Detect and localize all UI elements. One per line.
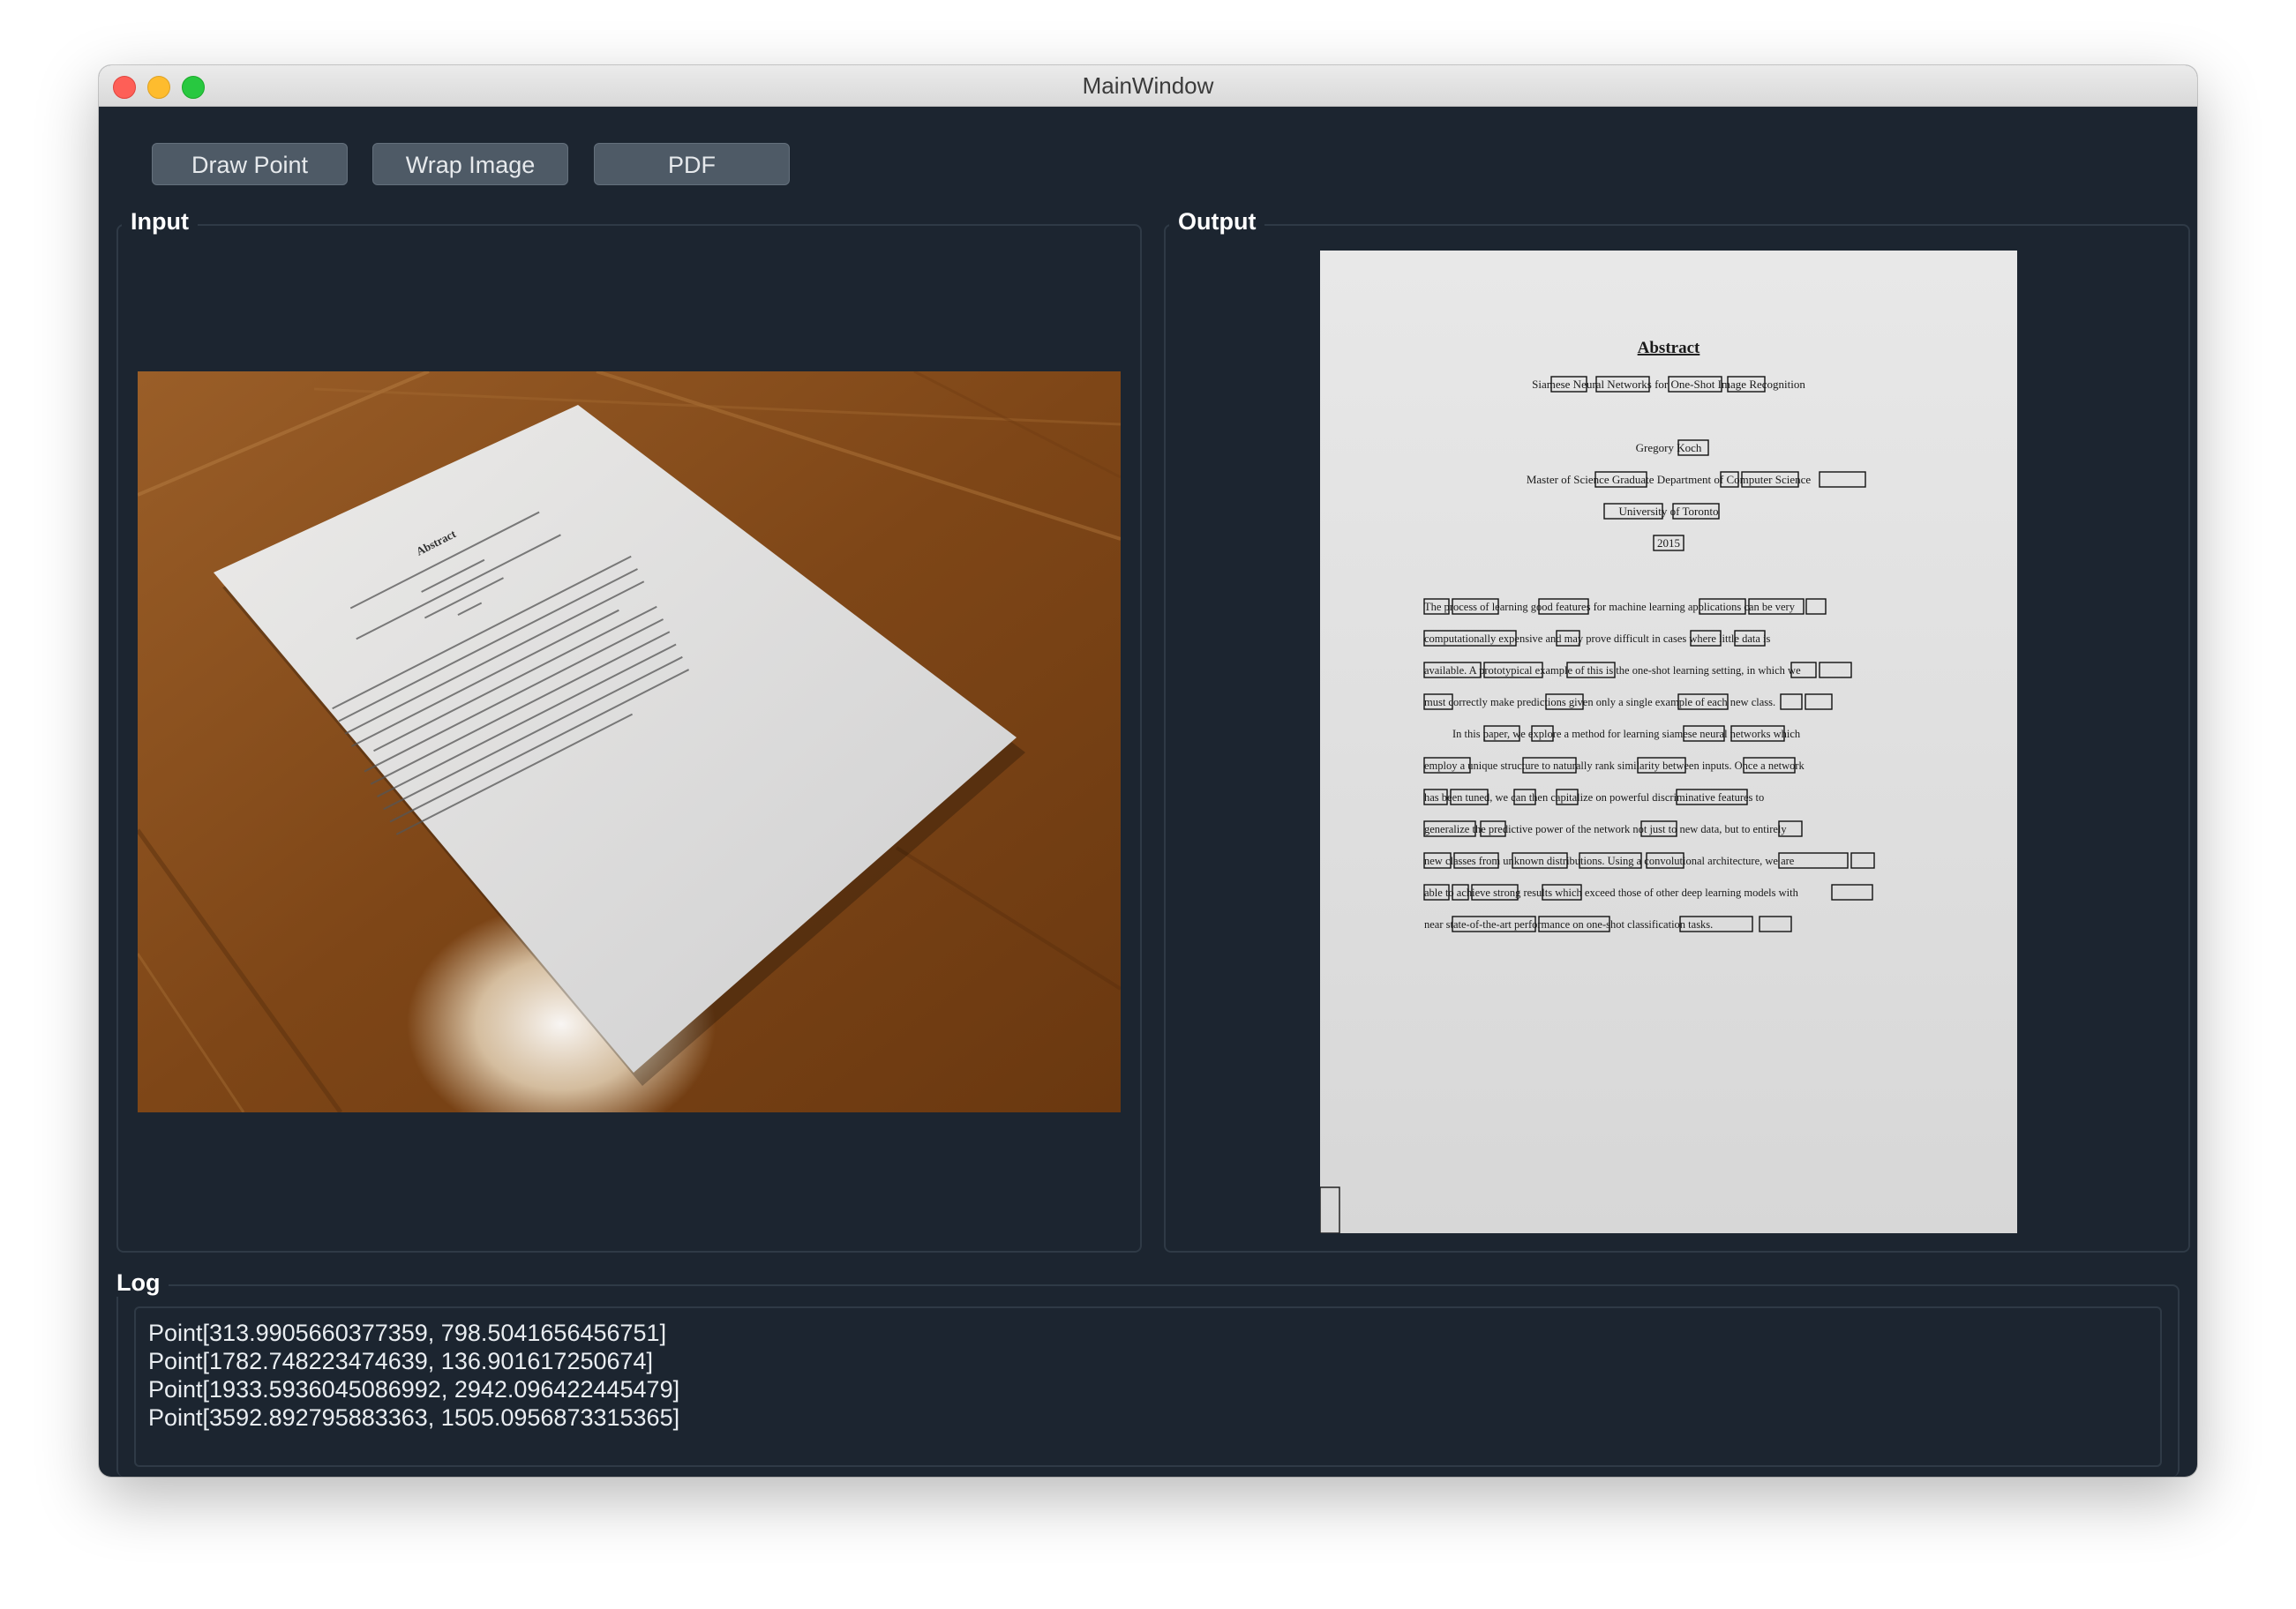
output-p2-line: able to achieve strong results which exc… [1424, 887, 1799, 899]
output-university: University of Toronto [1619, 505, 1719, 518]
output-author: Gregory Koch [1636, 441, 1702, 454]
log-line: Point[1782.748223474639, 136.90161725067… [148, 1348, 654, 1374]
output-p2-line: has been tuned, we can then capitalize o… [1424, 791, 1764, 804]
output-p2-line: generalize the predictive power of the n… [1424, 823, 1787, 835]
output-document[interactable]: Abstract Siamese Neural Networks for One… [1320, 251, 2017, 1233]
log-output[interactable]: Point[313.9905660377359, 798.50416564567… [134, 1306, 2162, 1467]
output-p2-line: employ a unique structure to naturally r… [1424, 760, 1805, 772]
title-bar[interactable]: MainWindow [99, 65, 2197, 107]
main-window: MainWindow Draw Point Wrap Image PDF Inp… [99, 65, 2197, 1477]
output-p1-line: computationally expensive and may prove … [1424, 632, 1770, 645]
input-group-title: Input [122, 208, 198, 236]
output-heading: Abstract [1638, 339, 1700, 357]
output-p1-line: must correctly make predictions given on… [1424, 696, 1775, 708]
output-affiliation: Master of Science Graduate Department of… [1527, 473, 1812, 486]
log-line: Point[1933.5936045086992, 2942.096422445… [148, 1376, 680, 1403]
input-photo-graphic: Abstract [138, 371, 1121, 1112]
log-line: Point[3592.892795883363, 1505.0956873315… [148, 1404, 680, 1431]
output-p2-line: near state-of-the-art performance on one… [1424, 918, 1713, 931]
output-p2-line: In this paper, we explore a method for l… [1452, 728, 1801, 740]
output-group-title: Output [1169, 208, 1265, 236]
input-photo[interactable]: Abstract [138, 371, 1121, 1112]
wrap-image-button[interactable]: Wrap Image [372, 143, 568, 185]
log-group-title: Log [108, 1269, 169, 1297]
output-document-graphic: Abstract Siamese Neural Networks for One… [1320, 251, 2017, 1233]
output-p1-line: The process of learning good features fo… [1424, 601, 1796, 613]
window-title: MainWindow [1082, 72, 1214, 99]
output-year: 2015 [1657, 536, 1680, 550]
log-line: Point[313.9905660377359, 798.50416564567… [148, 1320, 667, 1346]
draw-point-button[interactable]: Draw Point [152, 143, 348, 185]
pdf-button[interactable]: PDF [594, 143, 790, 185]
output-p2-line: new classes from unknown distributions. … [1424, 855, 1795, 867]
